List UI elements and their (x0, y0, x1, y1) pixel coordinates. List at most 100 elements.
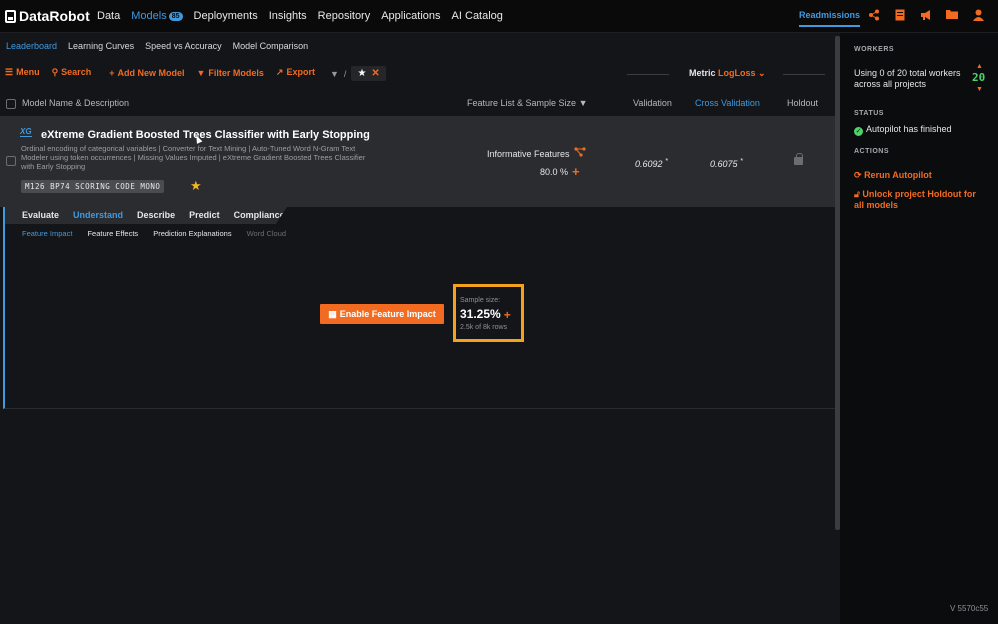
plus-icon: + (109, 67, 115, 78)
sample-size-box[interactable]: Sample size: 31.25% + 2.5k of 8k rows (453, 284, 524, 342)
tab-describe[interactable]: Describe (137, 210, 175, 224)
sample-size: 80.0 % + (540, 164, 580, 179)
rerun-autopilot-link[interactable]: ⟳ Rerun Autopilot (854, 170, 932, 181)
holdout-lock-icon (794, 153, 803, 165)
cross-validation-score: 0.6075 * (710, 156, 743, 169)
megaphone-icon[interactable] (920, 9, 932, 22)
datarobot-logo[interactable]: DataRobot (5, 8, 90, 24)
unlock-holdout-link[interactable]: 🔓︎ Unlock project Holdout for all models (854, 189, 984, 211)
model-title[interactable]: eXtreme Gradient Boosted Trees Classifie… (41, 129, 370, 141)
unlock-icon: 🔓︎ (854, 189, 860, 199)
top-nav-bar: DataRobot Data Models 85 Deployments Insi… (0, 0, 998, 33)
top-icons (868, 9, 984, 22)
column-feature-list[interactable]: Feature List & Sample Size ▼ (467, 98, 588, 108)
nav-data[interactable]: Data (97, 10, 120, 22)
nav-applications[interactable]: Applications (381, 10, 440, 22)
search-icon: ⚲ (51, 67, 59, 77)
nav-deployments[interactable]: Deployments (194, 10, 258, 22)
search-button[interactable]: ⚲ Search (52, 67, 92, 78)
leaderboard-toolbar: ☰ Menu ⚲ Search + Add New Model ▼ Filter Mod… (5, 67, 315, 78)
tab-learning-curves[interactable]: Learning Curves (68, 41, 134, 51)
add-sample-size-icon[interactable]: + (572, 164, 580, 179)
actions-heading: ACTIONS (854, 148, 889, 155)
workers-decrease-icon[interactable]: ▼ (976, 86, 983, 93)
model-description: Ordinal encoding of categorical variable… (21, 144, 366, 171)
filter-funnel-icon[interactable]: ▼ (330, 69, 339, 79)
menu-button[interactable]: ☰ Menu (5, 67, 40, 78)
models-count-badge: 85 (168, 12, 183, 21)
menu-icon: ☰ (5, 67, 14, 77)
filter-models-button[interactable]: ▼ Filter Models (196, 68, 263, 78)
starred-model-icon[interactable]: ★ (190, 178, 202, 194)
tab-leaderboard[interactable]: Leaderboard (6, 41, 57, 51)
model-tabs: Evaluate Understand Describe Predict Com… (5, 207, 287, 224)
feature-list-name[interactable]: Informative Features (487, 149, 570, 159)
tab-prediction-explanations[interactable]: Prediction Explanations (153, 229, 231, 238)
star-icon: ★ (357, 68, 367, 79)
nav-models[interactable]: Models 85 (131, 10, 183, 22)
export-button[interactable]: ↗ Export (276, 67, 315, 78)
metric-selector[interactable]: Metric LogLoss ⌄ (689, 68, 766, 79)
project-name-link[interactable]: Readmissions (799, 10, 861, 27)
column-holdout[interactable]: Holdout (787, 98, 818, 108)
active-filters: ▼ / ★ ✕ (330, 66, 386, 81)
feature-list-tree-icon[interactable] (574, 147, 586, 160)
calculator-icon: ▦ (328, 308, 337, 319)
export-icon: ↗ (275, 67, 284, 77)
tab-understand[interactable]: Understand (73, 210, 123, 224)
version-label: V 5570c55 (950, 604, 989, 613)
add-new-model-button[interactable]: + Add New Model (109, 68, 184, 78)
metric-divider-right (783, 74, 825, 75)
select-all-checkbox[interactable] (6, 99, 16, 109)
validation-score: 0.6092 * (635, 156, 668, 169)
add-sample-icon[interactable]: + (504, 308, 511, 322)
column-model-name[interactable]: Model Name & Description (22, 98, 129, 108)
enable-feature-impact-button[interactable]: ▦ Enable Feature Impact (320, 304, 444, 324)
tab-feature-impact[interactable]: Feature Impact (22, 229, 72, 238)
status-text: ✓ Autopilot has finished (854, 124, 952, 136)
sample-size-label: Sample size: (460, 297, 501, 304)
tab-feature-effects[interactable]: Feature Effects (87, 229, 138, 238)
model-row[interactable]: XG eXtreme Gradient Boosted Trees Classi… (0, 116, 835, 207)
workers-increase-icon[interactable]: ▲ (976, 63, 983, 70)
refresh-icon: ⟳ (854, 170, 862, 180)
column-validation[interactable]: Validation (633, 98, 672, 108)
model-tags: M126 BP74 SCORING CODE MONO (21, 180, 165, 193)
tab-predict[interactable]: Predict (189, 210, 220, 224)
understand-subtabs: Feature Impact Feature Effects Predictio… (22, 229, 286, 238)
logo-mark-icon (5, 9, 16, 23)
nav-repository[interactable]: Repository (318, 10, 371, 22)
filter-icon: ▼ (578, 98, 588, 108)
folder-icon[interactable] (946, 9, 958, 22)
workers-count: 20 (972, 71, 986, 84)
nav-insights[interactable]: Insights (269, 10, 307, 22)
sample-size-rows: 2.5k of 8k rows (460, 324, 508, 331)
remove-filter-icon[interactable]: ✕ (371, 68, 379, 79)
scrollbar[interactable] (835, 36, 840, 530)
right-sidebar: WORKERS Using 0 of 20 total workers acro… (842, 33, 998, 624)
model-row-checkbox[interactable] (6, 156, 16, 166)
document-icon[interactable] (894, 9, 906, 22)
filter-separator: / (343, 68, 347, 79)
check-circle-icon: ✓ (854, 127, 863, 136)
workers-text: Using 0 of 20 total workers across all p… (854, 68, 961, 89)
models-subnav: Leaderboard Learning Curves Speed vs Acc… (6, 41, 308, 51)
tab-compliance[interactable]: Compliance (234, 210, 285, 224)
workers-heading: WORKERS (854, 46, 895, 53)
status-heading: STATUS (854, 110, 884, 117)
share-icon[interactable] (868, 9, 880, 22)
tab-word-cloud[interactable]: Word Cloud (247, 229, 286, 238)
metric-divider-left (627, 74, 669, 75)
leaderboard-header: Model Name & Description Feature List & … (0, 93, 835, 115)
main-nav: Data Models 85 Deployments Insights Repos… (97, 10, 503, 22)
nav-ai-catalog[interactable]: AI Catalog (452, 10, 503, 22)
sample-size-value: 31.25% + (460, 307, 511, 322)
starred-filter-chip[interactable]: ★ ✕ (351, 66, 386, 81)
tab-evaluate[interactable]: Evaluate (22, 210, 59, 224)
column-cross-validation[interactable]: Cross Validation (695, 98, 760, 108)
tab-speed-vs-accuracy[interactable]: Speed vs Accuracy (145, 41, 222, 51)
tab-model-comparison[interactable]: Model Comparison (233, 41, 309, 51)
user-icon[interactable] (972, 9, 984, 22)
model-type-badge: XG (20, 127, 32, 137)
chevron-down-icon: ⌄ (758, 68, 766, 78)
